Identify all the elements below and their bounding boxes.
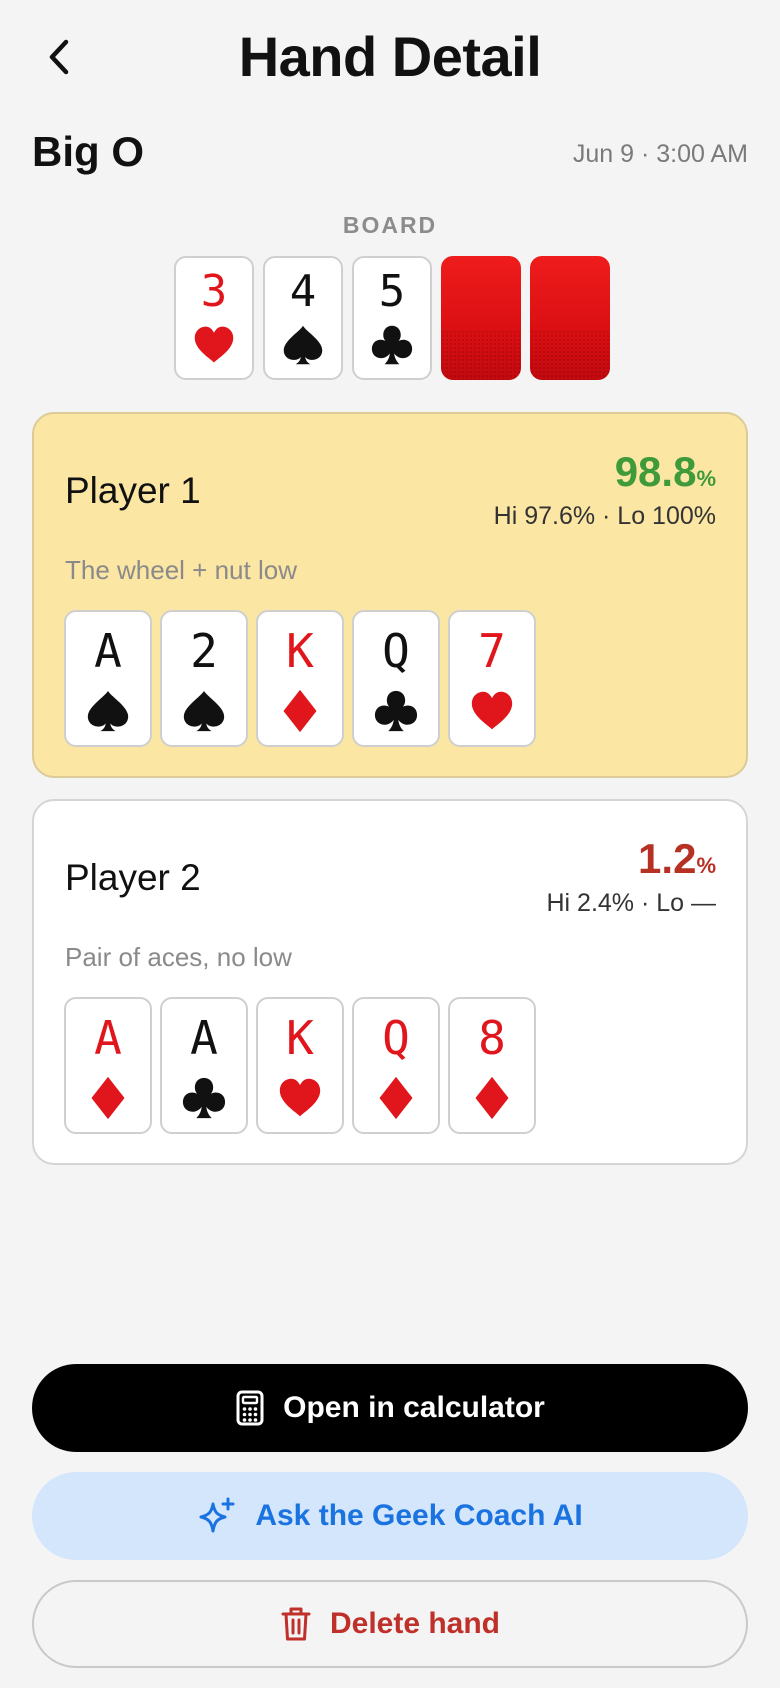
card-rank: K	[286, 1011, 314, 1065]
hi-lo-split: Hi 97.6% · Lo 100%	[493, 502, 716, 530]
card-rank: 5	[378, 266, 406, 317]
playing-card: A	[160, 997, 248, 1134]
page-title: Hand Detail	[238, 25, 542, 88]
playing-card: 8	[448, 997, 536, 1134]
open-calculator-label: Open in calculator	[283, 1391, 545, 1424]
spade-icon	[87, 690, 129, 732]
playing-card: 4	[263, 256, 343, 380]
card-rank: Q	[382, 1011, 410, 1065]
card-rank: A	[94, 1011, 122, 1065]
hi-lo-split: Hi 2.4% · Lo —	[546, 889, 716, 917]
card-rank: 8	[478, 1011, 506, 1065]
card-back	[530, 256, 610, 380]
diamond-icon	[283, 689, 317, 733]
equity-unit: %	[696, 853, 716, 878]
playing-card: Q	[352, 997, 440, 1134]
heart-icon	[194, 326, 234, 363]
diamond-icon	[91, 1076, 125, 1120]
hand-description: The wheel + nut low	[65, 555, 297, 585]
heart-icon	[471, 691, 513, 730]
player-hand: A 2 K Q 7	[64, 610, 536, 747]
equity-value: 1.2%	[638, 835, 716, 883]
board-label: BOARD	[342, 212, 438, 238]
equity-number: 1.2	[638, 835, 697, 882]
delete-hand-button[interactable]: Delete hand	[32, 1580, 748, 1668]
card-rank: 7	[478, 624, 506, 678]
game-date: Jun 9 · 3:00 AM	[572, 140, 748, 168]
playing-card: 3	[174, 256, 254, 380]
equity-number: 98.8	[614, 448, 697, 495]
player-panel-1: Player 1 98.8% Hi 97.6% · Lo 100% The wh…	[32, 412, 748, 778]
open-calculator-button[interactable]: Open in calculator	[32, 1364, 748, 1452]
ask-coach-button[interactable]: Ask the Geek Coach AI	[32, 1472, 748, 1560]
card-rank: A	[190, 1011, 218, 1065]
player-hand: A A K Q 8	[64, 997, 536, 1134]
card-rank: 4	[289, 266, 317, 317]
delete-hand-label: Delete hand	[329, 1607, 501, 1640]
playing-card: K	[256, 997, 344, 1134]
diamond-icon	[379, 1076, 413, 1120]
player-panel-2: Player 2 1.2% Hi 2.4% · Lo — Pair of ace…	[32, 799, 748, 1165]
card-rank: K	[286, 624, 314, 678]
playing-card: 2	[160, 610, 248, 747]
header: Hand Detail	[0, 0, 780, 115]
playing-card: Q	[352, 610, 440, 747]
club-icon	[371, 325, 413, 365]
playing-card: 5	[352, 256, 432, 380]
playing-card: 7	[448, 610, 536, 747]
card-rank: A	[94, 624, 122, 678]
card-rank: 3	[200, 266, 228, 317]
sparkles-icon	[199, 1497, 235, 1533]
playing-card: K	[256, 610, 344, 747]
card-rank: Q	[382, 624, 410, 678]
trash-icon	[281, 1607, 311, 1641]
hand-description: Pair of aces, no low	[65, 942, 292, 972]
playing-card: A	[64, 997, 152, 1134]
player-name: Player 2	[65, 857, 201, 898]
heart-icon	[279, 1078, 321, 1117]
player-name: Player 1	[65, 470, 201, 511]
card-back	[441, 256, 521, 380]
diamond-icon	[475, 1076, 509, 1120]
club-icon	[182, 1077, 226, 1119]
playing-card: A	[64, 610, 152, 747]
game-info: Big O Jun 9 · 3:00 AM	[32, 128, 748, 178]
board-cards: 3 4 5	[174, 256, 610, 380]
equity-value: 98.8%	[615, 448, 716, 496]
card-rank: 2	[190, 624, 218, 678]
calculator-icon	[236, 1390, 264, 1426]
spade-icon	[283, 325, 323, 365]
spade-icon	[183, 690, 225, 732]
ask-coach-label: Ask the Geek Coach AI	[255, 1499, 583, 1532]
equity-unit: %	[696, 466, 716, 491]
game-name: Big O	[32, 128, 144, 175]
club-icon	[374, 690, 418, 732]
